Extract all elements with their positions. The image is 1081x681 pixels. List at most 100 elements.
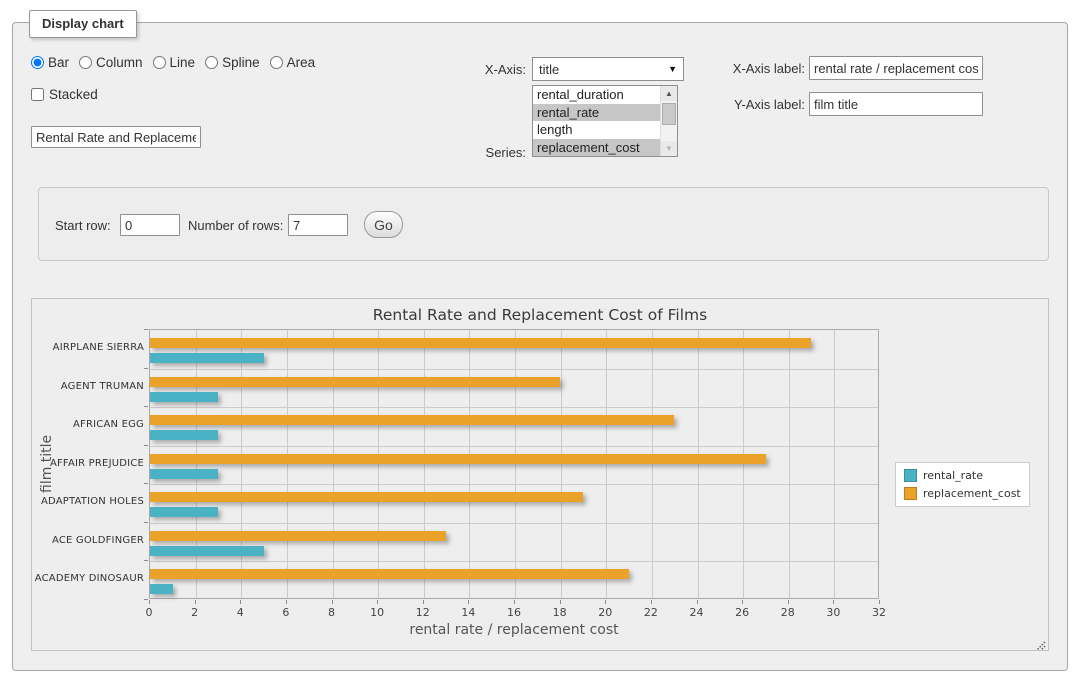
y-axis-label-label: Y-Axis label:: [711, 97, 805, 112]
x-tick-mark: [286, 600, 287, 604]
x-gridline: [287, 330, 288, 598]
start-row-input[interactable]: [120, 214, 180, 236]
chart-title-input[interactable]: [31, 126, 201, 148]
y-axis-label-input[interactable]: [809, 92, 983, 116]
chart-type-radio-group: Bar Column Line Spline Area: [31, 55, 315, 70]
chart-type-radio-label: Column: [96, 55, 143, 70]
stacked-label: Stacked: [49, 87, 98, 102]
scroll-down-icon[interactable]: ▼: [661, 141, 677, 156]
x-tick-mark: [697, 600, 698, 604]
x-gridline: [241, 330, 242, 598]
x-tick-mark: [742, 600, 743, 604]
y-tick-mark: [144, 406, 148, 407]
chart-type-radio-label: Line: [170, 55, 196, 70]
x-tick-label: 22: [631, 606, 671, 619]
x-tick-label: 2: [175, 606, 215, 619]
x-gridline: [743, 330, 744, 598]
series-multiselect[interactable]: rental_durationrental_ratelengthreplacem…: [532, 85, 678, 157]
series-option-rental_duration[interactable]: rental_duration: [533, 86, 660, 104]
stacked-row[interactable]: Stacked: [31, 87, 98, 102]
scrollbar-thumb[interactable]: [662, 103, 676, 125]
y-tick-mark: [144, 445, 148, 446]
x-gridline: [424, 330, 425, 598]
y-tick-mark: [144, 599, 148, 600]
x-tick-mark: [240, 600, 241, 604]
y-tick-mark: [144, 560, 148, 561]
x-tick-mark: [332, 600, 333, 604]
y-gridline: [150, 446, 878, 447]
x-axis-selected-value: title: [539, 62, 559, 77]
series-option-rental_rate[interactable]: rental_rate: [533, 104, 660, 122]
x-tick-label: 26: [722, 606, 762, 619]
x-tick-label: 0: [129, 606, 169, 619]
x-tick-label: 12: [403, 606, 443, 619]
bar-replacement_cost: [150, 492, 583, 502]
x-gridline: [378, 330, 379, 598]
series-select-label: Series:: [426, 145, 526, 160]
resize-handle-icon[interactable]: [1034, 636, 1046, 648]
x-tick-mark: [423, 600, 424, 604]
x-axis-label-input[interactable]: [809, 56, 983, 80]
category-label: ACE GOLDFINGER: [32, 535, 144, 546]
x-tick-mark: [514, 600, 515, 604]
series-option-length[interactable]: length: [533, 121, 660, 139]
x-tick-label: 8: [312, 606, 352, 619]
x-tick-label: 4: [220, 606, 260, 619]
series-scrollbar[interactable]: ▲ ▼: [660, 86, 677, 156]
x-tick-label: 10: [357, 606, 397, 619]
scroll-up-icon[interactable]: ▲: [661, 86, 677, 101]
x-gridline: [469, 330, 470, 598]
bar-replacement_cost: [150, 569, 629, 579]
x-tick-mark: [879, 600, 880, 604]
chart-type-option-line[interactable]: Line: [153, 55, 196, 70]
y-gridline: [150, 484, 878, 485]
x-axis-select[interactable]: title ▼: [532, 57, 684, 81]
x-gridline: [515, 330, 516, 598]
category-label: AIRPLANE SIERRA: [32, 342, 144, 353]
chart-type-radio-label: Area: [287, 55, 316, 70]
x-gridline: [606, 330, 607, 598]
y-gridline: [150, 407, 878, 408]
x-tick-label: 28: [768, 606, 808, 619]
chart-type-option-bar[interactable]: Bar: [31, 55, 69, 70]
chart-type-radio-bar[interactable]: [31, 56, 44, 69]
x-tick-mark: [651, 600, 652, 604]
series-option-replacement_cost[interactable]: replacement_cost: [533, 139, 660, 157]
chart-type-radio-spline[interactable]: [205, 56, 218, 69]
legend-swatch-rental_rate: [904, 469, 917, 482]
bar-rental_rate: [150, 507, 218, 517]
legend-label: rental_rate: [923, 469, 983, 482]
category-label: ACADEMY DINOSAUR: [32, 573, 144, 584]
row-range-panel: Start row: Number of rows: Go: [38, 187, 1049, 261]
x-tick-label: 24: [677, 606, 717, 619]
plot-area: [149, 329, 879, 599]
bar-rental_rate: [150, 546, 264, 556]
number-of-rows-label: Number of rows:: [188, 218, 283, 233]
x-axis-label-label: X-Axis label:: [711, 61, 805, 76]
x-tick-mark: [560, 600, 561, 604]
chart-type-radio-line[interactable]: [153, 56, 166, 69]
category-label: AFFAIR PREJUDICE: [32, 458, 144, 469]
bar-rental_rate: [150, 430, 218, 440]
x-tick-mark: [149, 600, 150, 604]
chart-type-radio-column[interactable]: [79, 56, 92, 69]
chart-type-radio-area[interactable]: [270, 56, 283, 69]
stacked-checkbox[interactable]: [31, 88, 44, 101]
display-chart-fieldset: Display chart BarColumnLineSplineArea St…: [12, 22, 1068, 671]
chart-type-option-spline[interactable]: Spline: [205, 55, 260, 70]
x-gridline: [333, 330, 334, 598]
chart-type-option-area[interactable]: Area: [270, 55, 316, 70]
bar-replacement_cost: [150, 377, 560, 387]
y-gridline: [150, 369, 878, 370]
x-tick-label: 32: [859, 606, 899, 619]
chart-type-option-column[interactable]: Column: [79, 55, 143, 70]
bar-replacement_cost: [150, 531, 446, 541]
go-button[interactable]: Go: [364, 211, 403, 238]
x-gridline: [652, 330, 653, 598]
bar-rental_rate: [150, 392, 218, 402]
bar-rental_rate: [150, 469, 218, 479]
number-of-rows-input[interactable]: [288, 214, 348, 236]
chart-legend: rental_ratereplacement_cost: [895, 462, 1030, 507]
x-gridline: [789, 330, 790, 598]
chevron-down-icon: ▼: [668, 64, 677, 74]
